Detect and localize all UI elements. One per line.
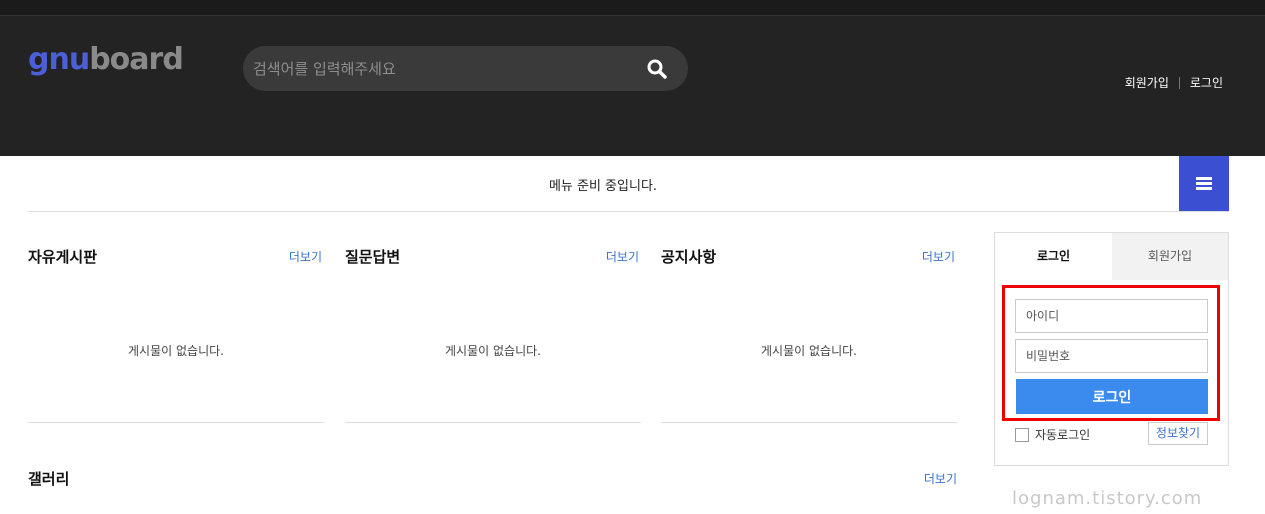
- link-divider: [1178, 76, 1180, 89]
- empty-message: 게시물이 없습니다.: [445, 344, 541, 358]
- board-title: 자유게시판: [28, 248, 98, 266]
- tab-join[interactable]: 회원가입: [1112, 233, 1228, 280]
- logo-part-gnu: gnu: [28, 42, 90, 77]
- logo-part-board: board: [89, 42, 184, 77]
- board-title: 공지사항: [661, 248, 717, 266]
- login-box: 로그인 회원가입 로그인 자동로그인 정보찾기: [994, 232, 1229, 466]
- top-strip: [0, 0, 1265, 16]
- site-header: gnuboard 회원가입 로그인: [0, 16, 1265, 156]
- main-nav: 메뉴 준비 중입니다.: [28, 156, 1229, 212]
- board-title: 갤러리: [28, 470, 70, 488]
- join-link[interactable]: 회원가입: [1125, 74, 1169, 91]
- search-input[interactable]: [253, 46, 633, 91]
- nav-message: 메뉴 준비 중입니다.: [548, 179, 658, 194]
- more-link[interactable]: 더보기: [606, 248, 639, 265]
- watermark: lognam.tistory.com: [1012, 488, 1203, 509]
- auto-login-checkbox[interactable]: [1015, 427, 1029, 442]
- board-gallery: 갤러리 더보기: [28, 452, 957, 492]
- search-icon[interactable]: [646, 58, 668, 80]
- more-link[interactable]: 더보기: [924, 470, 957, 487]
- login-link[interactable]: 로그인: [1190, 74, 1223, 91]
- empty-message: 게시물이 없습니다.: [761, 344, 857, 358]
- tab-login[interactable]: 로그인: [995, 233, 1112, 280]
- board-qa: 질문답변 더보기 게시물이 없습니다.: [345, 232, 641, 423]
- password-field[interactable]: [1015, 339, 1208, 373]
- board-free: 자유게시판 더보기 게시물이 없습니다.: [28, 232, 324, 423]
- board-title: 질문답변: [345, 248, 401, 266]
- site-logo[interactable]: gnuboard: [28, 42, 184, 82]
- login-button[interactable]: 로그인: [1016, 379, 1208, 414]
- id-field[interactable]: [1015, 299, 1208, 333]
- empty-message: 게시물이 없습니다.: [128, 344, 224, 358]
- login-tabs: 로그인 회원가입: [995, 233, 1228, 280]
- top-links: 회원가입 로그인: [1125, 74, 1223, 91]
- menu-button[interactable]: [1179, 156, 1229, 211]
- auto-login[interactable]: 자동로그인: [1015, 426, 1090, 443]
- search-bar: [243, 46, 688, 91]
- more-link[interactable]: 더보기: [922, 248, 955, 265]
- auto-login-label: 자동로그인: [1035, 428, 1091, 442]
- more-link[interactable]: 더보기: [289, 248, 322, 265]
- board-notice: 공지사항 더보기 게시물이 없습니다.: [661, 232, 957, 423]
- find-info-button[interactable]: 정보찾기: [1148, 422, 1208, 445]
